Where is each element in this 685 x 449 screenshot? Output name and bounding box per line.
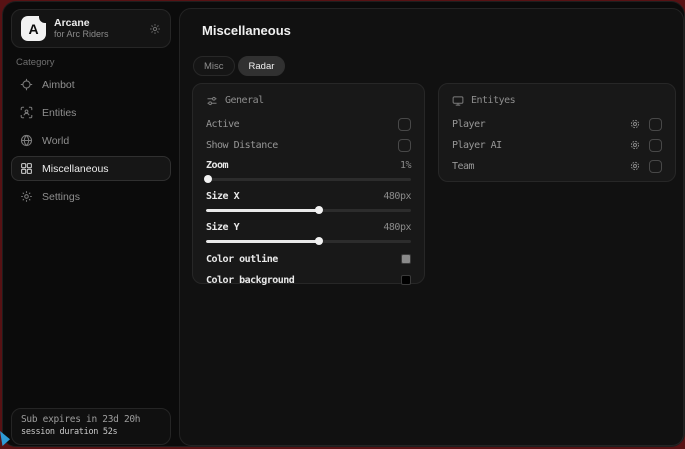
slider-label: Size Y <box>206 222 239 233</box>
size-y-slider[interactable] <box>206 236 411 246</box>
sidebar-item-settings[interactable]: Settings <box>11 184 171 209</box>
color-label: Color outline <box>206 254 278 265</box>
sidebar-item-aimbot[interactable]: Aimbot <box>11 72 171 97</box>
color-label: Color background <box>206 275 294 286</box>
entity-label: Team <box>452 161 474 172</box>
toggle-row-show-distance: Show Distance <box>206 136 411 154</box>
category-label: Category <box>16 57 55 68</box>
player-checkbox[interactable] <box>649 118 662 131</box>
color-row-background: Color background <box>206 271 411 289</box>
slider-label: Size X <box>206 191 239 202</box>
tab-radar[interactable]: Radar <box>238 56 286 76</box>
slider-row-zoom: Zoom 1% <box>206 157 411 173</box>
slider-track <box>206 240 411 243</box>
entities-card: Entityes Player Player AI <box>438 83 676 182</box>
color-row-outline: Color outline <box>206 250 411 268</box>
app-identity: Arcane for Arc Riders <box>54 17 109 40</box>
color-background-swatch[interactable] <box>401 275 411 285</box>
gear-icon <box>20 190 33 203</box>
slider-fill <box>206 240 319 243</box>
slider-label: Zoom <box>206 160 228 171</box>
app-window: A Arcane for Arc Riders Category <box>2 1 685 447</box>
entity-label: Player <box>452 119 485 130</box>
tab-bar: Misc Radar <box>193 56 285 76</box>
entity-row-player: Player <box>452 115 662 133</box>
entities-icon <box>20 106 33 119</box>
entity-row-team: Team <box>452 157 662 175</box>
slider-fill <box>206 209 319 212</box>
gear-icon[interactable] <box>629 160 641 172</box>
app-subtitle: for Arc Riders <box>54 29 109 40</box>
entity-row-player-ai: Player AI <box>452 136 662 154</box>
app-logo: A <box>21 16 46 41</box>
player-ai-checkbox[interactable] <box>649 139 662 152</box>
entity-label: Player AI <box>452 140 502 151</box>
session-duration-text: session duration 52s <box>21 427 161 437</box>
zoom-slider[interactable] <box>206 174 411 184</box>
slider-value: 1% <box>400 160 411 171</box>
slider-row-size-x: Size X 480px <box>206 188 411 204</box>
show-distance-checkbox[interactable] <box>398 139 411 152</box>
color-outline-swatch[interactable] <box>401 254 411 264</box>
gear-icon[interactable] <box>149 23 161 35</box>
active-checkbox[interactable] <box>398 118 411 131</box>
team-checkbox[interactable] <box>649 160 662 173</box>
sidebar-item-entities[interactable]: Entities <box>11 100 171 125</box>
sidebar: A Arcane for Arc Riders Category <box>3 2 179 446</box>
slider-track <box>206 178 411 181</box>
slider-thumb[interactable] <box>315 237 323 245</box>
sidebar-nav: Aimbot Entities <box>11 72 171 209</box>
globe-icon <box>20 134 33 147</box>
slider-track <box>206 209 411 212</box>
gear-icon[interactable] <box>629 139 641 151</box>
entities-card-header: Entityes <box>452 93 662 108</box>
sliders-icon <box>206 95 218 107</box>
size-x-slider[interactable] <box>206 205 411 215</box>
sidebar-item-label: World <box>42 135 69 147</box>
slider-row-size-y: Size Y 480px <box>206 219 411 235</box>
main-panel: Miscellaneous Misc Radar General Active <box>179 8 684 446</box>
toggle-label: Active <box>206 119 239 130</box>
toggle-row-active: Active <box>206 115 411 133</box>
slider-thumb[interactable] <box>315 206 323 214</box>
toggle-label: Show Distance <box>206 140 278 151</box>
slider-value: 480px <box>383 191 411 202</box>
general-card-title: General <box>225 95 264 106</box>
sidebar-item-label: Aimbot <box>42 79 75 91</box>
slider-thumb[interactable] <box>204 175 212 183</box>
sidebar-item-label: Settings <box>42 191 80 203</box>
subscription-card: Sub expires in 23d 20h session duration … <box>11 408 171 445</box>
tab-misc[interactable]: Misc <box>193 56 235 76</box>
gear-icon[interactable] <box>629 118 641 130</box>
sidebar-item-miscellaneous[interactable]: Miscellaneous <box>11 156 171 181</box>
monitor-icon <box>452 95 464 107</box>
sidebar-item-label: Miscellaneous <box>42 163 109 175</box>
sub-expiry-text: Sub expires in 23d 20h <box>21 414 161 425</box>
sidebar-item-world[interactable]: World <box>11 128 171 153</box>
sidebar-header: A Arcane for Arc Riders <box>11 9 171 48</box>
general-card-header: General <box>206 93 411 108</box>
entities-card-title: Entityes <box>471 95 515 106</box>
grid-icon <box>20 162 33 175</box>
general-card: General Active Show Distance Zoom 1% <box>192 83 425 284</box>
page-title: Miscellaneous <box>202 23 291 38</box>
slider-value: 480px <box>383 222 411 233</box>
crosshair-icon <box>20 78 33 91</box>
app-title: Arcane <box>54 17 109 29</box>
sidebar-item-label: Entities <box>42 107 76 119</box>
